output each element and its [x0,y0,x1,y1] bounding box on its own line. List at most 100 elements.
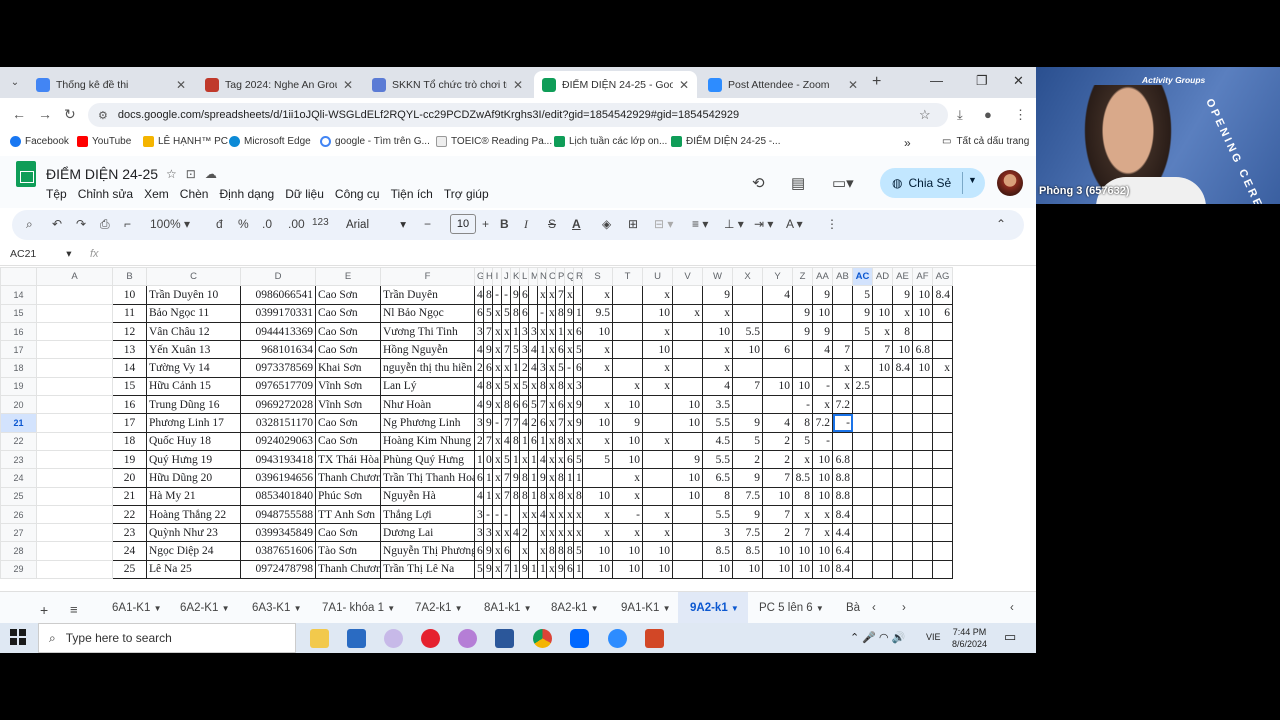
cell[interactable] [612,303,643,323]
cell[interactable]: 8 [501,395,511,415]
merge-cells-icon[interactable]: ⊟ ▾ [654,217,673,231]
cell[interactable]: 2 [474,431,484,451]
cell[interactable]: 6 [474,303,484,323]
column-header[interactable]: AE [892,267,913,287]
cell[interactable]: 1 [537,559,547,580]
cell[interactable] [912,431,933,451]
print-icon[interactable]: ⎙ [100,217,110,232]
percent-format[interactable]: % [238,217,249,231]
cell[interactable]: Hoàng Kim Nhung [380,431,475,451]
cell[interactable]: x [792,449,813,470]
cell[interactable] [762,303,793,323]
cell[interactable]: 7 [501,559,511,580]
cell[interactable]: 8 [555,431,565,451]
cell[interactable]: 9 [812,285,833,305]
cell[interactable]: Cao Sơn [315,303,381,323]
cell[interactable]: x [501,523,511,543]
cell[interactable]: x [510,376,520,397]
cell[interactable]: 10 [872,303,893,323]
cell[interactable]: x [546,559,556,580]
font-select[interactable]: Arial ▾ [346,217,406,231]
cell[interactable] [932,321,953,342]
cell-table[interactable]: ABCDEFGHIJKLMNOPQRSTUVWXYZAAABACADAEAFAG… [0,267,953,580]
cell[interactable]: 8 [792,413,813,433]
cell[interactable] [852,486,873,506]
cell[interactable]: 0944413369 [240,321,316,342]
cell[interactable] [510,504,520,525]
cell[interactable]: 10 [812,559,833,580]
cell[interactable] [872,431,893,451]
row-header[interactable]: 15 [0,303,37,323]
cell[interactable]: x [546,358,556,378]
cell[interactable]: 3.5 [702,395,733,415]
cell[interactable]: 10 [672,395,703,415]
cell[interactable]: 7.5 [732,486,763,506]
cell[interactable]: 7 [792,523,813,543]
cell[interactable]: 5 [510,340,520,360]
cell[interactable]: 10 [912,285,933,305]
column-header[interactable]: U [642,267,673,287]
cell[interactable] [872,285,893,305]
cell[interactable] [872,504,893,525]
cell[interactable]: 5.5 [702,504,733,525]
cell[interactable]: 7 [501,413,511,433]
cell[interactable]: x [546,523,556,543]
cell[interactable]: - [501,504,511,525]
cell[interactable]: Hồng Nguyễn [380,340,475,360]
cell[interactable]: 2 [474,358,484,378]
cell[interactable] [852,523,873,543]
column-header[interactable]: C [146,267,241,287]
cell[interactable] [36,395,113,415]
cell[interactable]: x [642,523,673,543]
paint-icon[interactable] [384,629,403,648]
borders-icon[interactable]: ⊞ [628,217,638,231]
cell[interactable]: 2 [762,449,793,470]
cell[interactable] [932,395,953,415]
column-header[interactable]: S [582,267,613,287]
cell[interactable]: 8 [519,468,529,488]
bookmark-star-icon[interactable]: ☆ [919,107,931,123]
cell[interactable]: 5.5 [702,413,733,433]
cell[interactable]: Thanh Chương [315,468,381,488]
cell[interactable]: 5 [852,285,873,305]
row-header[interactable]: 25 [0,486,37,506]
cell[interactable] [672,376,703,397]
cell[interactable]: 4 [702,376,733,397]
cell[interactable]: 4 [537,504,547,525]
profile-icon[interactable]: ● [984,107,992,122]
cell[interactable]: 8 [892,321,913,342]
cell[interactable]: x [555,504,565,525]
cell[interactable]: Yến Xuân 13 [146,340,241,360]
column-header[interactable]: AD [872,267,893,287]
column-header[interactable]: Z [792,267,813,287]
cell[interactable]: 8 [510,431,520,451]
avatar[interactable] [997,170,1023,196]
cell[interactable] [528,523,538,543]
taskbar-search[interactable]: ⌕ Type here to search [38,623,296,653]
cell[interactable] [642,468,673,488]
cell[interactable] [762,358,793,378]
close-tab-icon[interactable]: ✕ [513,78,523,92]
cell[interactable]: x [546,340,556,360]
cell[interactable] [36,431,113,451]
cell[interactable]: 10 [732,559,763,580]
cell[interactable]: 9 [483,340,493,360]
cell[interactable]: 4 [474,285,484,305]
cell[interactable]: x [642,358,673,378]
row-header[interactable]: 17 [0,340,37,360]
column-header[interactable]: M [528,267,538,287]
column-header[interactable]: AC [852,267,873,287]
column-header[interactable]: A [36,267,113,287]
cell[interactable]: 3 [474,413,484,433]
scroll-tabs-left-icon[interactable]: ‹ [872,602,876,614]
cell[interactable] [892,504,913,525]
cell[interactable]: Khai Sơn [315,358,381,378]
align-vertical-icon[interactable]: ⊥ ▾ [724,217,744,231]
url-bar[interactable]: ⚙ docs.google.com/spreadsheets/d/1ii1oJQ… [88,103,948,127]
cell[interactable]: 6.4 [832,541,853,561]
cell[interactable]: 9 [672,449,703,470]
cell[interactable]: 6 [519,303,529,323]
cell[interactable]: 16 [112,395,147,415]
row-header[interactable]: 28 [0,541,37,561]
font-size-input[interactable]: 10 [450,214,476,234]
